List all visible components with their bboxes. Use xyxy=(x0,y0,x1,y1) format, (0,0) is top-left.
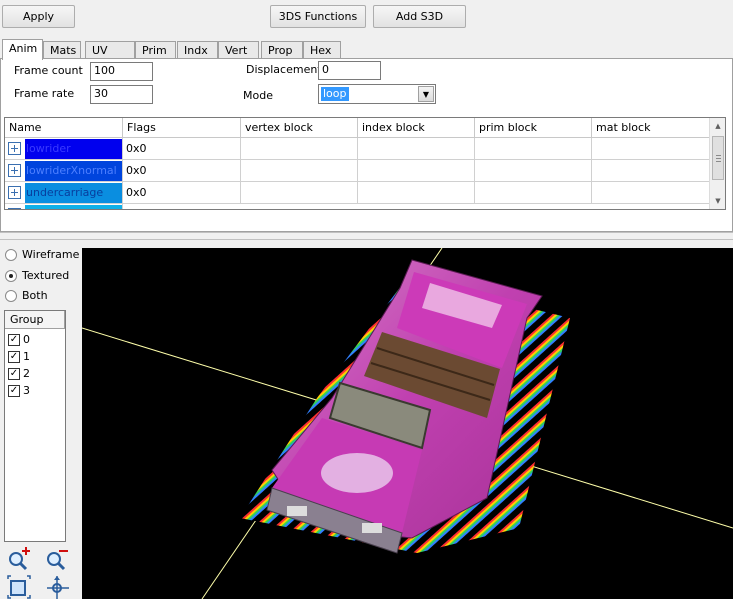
column-header-mat-block[interactable]: mat block xyxy=(592,118,710,138)
displacement-input[interactable]: 0 xyxy=(318,61,381,80)
row-prim-block xyxy=(475,160,592,182)
row-prim-block xyxy=(475,182,592,204)
checkbox-checked-icon[interactable]: ✓ xyxy=(8,367,20,380)
expand-icon[interactable] xyxy=(8,208,21,209)
row-name xyxy=(25,204,122,209)
row-mat-block xyxy=(592,182,710,204)
displacement-label: Displacement xyxy=(246,63,322,76)
group-item[interactable]: ✓ 0 xyxy=(8,333,30,346)
tab-hex[interactable]: Hex xyxy=(303,41,341,59)
frame-rate-input[interactable]: 30 xyxy=(90,85,153,104)
radio-selected-icon[interactable] xyxy=(5,269,17,282)
tab-mats[interactable]: Mats xyxy=(43,41,81,59)
checkbox-checked-icon[interactable]: ✓ xyxy=(8,384,20,397)
group-label: 2 xyxy=(23,367,30,380)
column-header-index-block[interactable]: index block xyxy=(358,118,475,138)
row-name: lowrider xyxy=(25,138,122,159)
row-prim-block xyxy=(475,138,592,160)
row-flags: 0x0 xyxy=(123,138,241,160)
row-index-block xyxy=(358,160,475,182)
radio-icon[interactable] xyxy=(5,289,17,302)
table-row[interactable]: undercarriage xyxy=(5,182,123,204)
radio-icon[interactable] xyxy=(5,248,17,261)
radio-label: Textured xyxy=(22,269,70,282)
tab-uv-map[interactable]: UV map xyxy=(85,41,135,70)
3ds-functions-button[interactable]: 3DS Functions xyxy=(270,5,366,28)
table-row[interactable]: lowrider xyxy=(5,138,123,160)
tab-anim[interactable]: Anim xyxy=(2,39,43,60)
table-scrollbar[interactable]: ▲ ▼ xyxy=(709,118,725,209)
table-row[interactable]: lowriderXnormal xyxy=(5,160,123,182)
tab-prop[interactable]: Prop xyxy=(261,41,303,59)
frame-count-label: Frame count xyxy=(14,64,83,77)
mesh-table: Name Flags vertex block index block prim… xyxy=(4,117,726,210)
row-index-block xyxy=(358,182,475,204)
row-vertex-block xyxy=(241,138,358,160)
row-vertex-block xyxy=(241,160,358,182)
tab-indx[interactable]: Indx xyxy=(177,41,218,59)
checkbox-checked-icon[interactable]: ✓ xyxy=(8,333,20,346)
scroll-up-icon[interactable]: ▲ xyxy=(710,118,725,134)
group-item[interactable]: ✓ 1 xyxy=(8,350,30,363)
group-item[interactable]: ✓ 3 xyxy=(8,384,30,397)
expand-icon[interactable] xyxy=(8,164,21,177)
table-row[interactable] xyxy=(5,204,123,209)
radio-textured[interactable]: Textured xyxy=(5,269,69,282)
radio-wireframe[interactable]: Wireframe xyxy=(5,248,79,261)
expand-icon[interactable] xyxy=(8,186,21,199)
row-flags: 0x0 xyxy=(123,182,241,204)
row-vertex-block xyxy=(241,182,358,204)
3d-viewport[interactable] xyxy=(82,248,733,599)
radio-label: Both xyxy=(22,289,48,302)
group-list: Group ✓ 0 ✓ 1 ✓ 2 ✓ 3 xyxy=(4,310,66,542)
scroll-down-icon[interactable]: ▼ xyxy=(710,193,725,209)
frame-count-input[interactable]: 100 xyxy=(90,62,153,81)
add-s3d-button[interactable]: Add S3D xyxy=(373,5,466,28)
column-header-name[interactable]: Name xyxy=(5,118,123,138)
apply-button[interactable]: Apply xyxy=(2,5,75,28)
group-label: 0 xyxy=(23,333,30,346)
axes-icon[interactable] xyxy=(44,575,70,599)
row-name: lowriderXnormal xyxy=(25,160,122,181)
mode-select[interactable]: loop ▼ xyxy=(318,84,436,104)
panel-splitter[interactable] xyxy=(0,232,733,240)
mode-label: Mode xyxy=(243,89,273,102)
expand-icon[interactable] xyxy=(8,142,21,155)
frame-rate-label: Frame rate xyxy=(14,87,75,100)
zoom-out-icon[interactable] xyxy=(44,547,70,571)
chevron-down-icon[interactable]: ▼ xyxy=(418,86,434,102)
radio-label: Wireframe xyxy=(22,248,80,261)
row-flags: 0x0 xyxy=(123,160,241,182)
group-label: 3 xyxy=(23,384,30,397)
checkbox-checked-icon[interactable]: ✓ xyxy=(8,350,20,363)
group-item[interactable]: ✓ 2 xyxy=(8,367,30,380)
row-mat-block xyxy=(592,160,710,182)
column-header-vertex-block[interactable]: vertex block xyxy=(241,118,358,138)
group-label: 1 xyxy=(23,350,30,363)
tab-strip: Anim Mats UV map Prim Indx Vert Prop Hex xyxy=(0,39,733,70)
tab-prim[interactable]: Prim xyxy=(135,41,176,59)
group-list-header[interactable]: Group xyxy=(5,311,65,329)
tab-vert[interactable]: Vert xyxy=(218,41,259,59)
mode-select-value: loop xyxy=(321,87,349,101)
row-index-block xyxy=(358,138,475,160)
column-header-prim-block[interactable]: prim block xyxy=(475,118,592,138)
fit-view-icon[interactable] xyxy=(6,575,32,599)
radio-both[interactable]: Both xyxy=(5,289,48,302)
row-name: undercarriage xyxy=(25,182,122,203)
zoom-in-icon[interactable] xyxy=(6,547,32,571)
scroll-thumb[interactable] xyxy=(712,136,724,180)
row-mat-block xyxy=(592,138,710,160)
column-header-flags[interactable]: Flags xyxy=(123,118,241,138)
